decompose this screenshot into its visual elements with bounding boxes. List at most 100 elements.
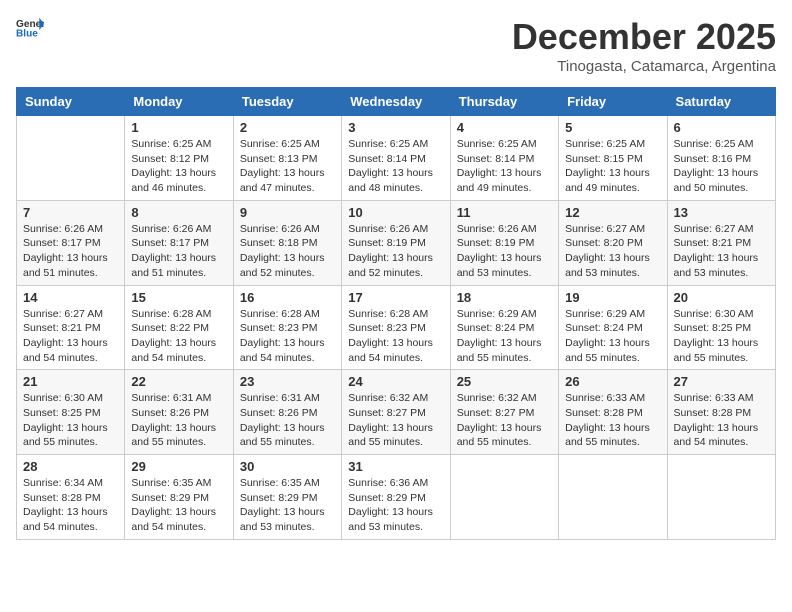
calendar-cell: 29 Sunrise: 6:35 AM Sunset: 8:29 PM Dayli… xyxy=(125,455,233,540)
generalblue-logo-icon: General Blue xyxy=(16,16,44,38)
day-info: Sunrise: 6:25 AM Sunset: 8:12 PM Dayligh… xyxy=(131,137,226,196)
calendar-cell xyxy=(559,455,667,540)
week-row-5: 28Sunrise: 6:34 AM Sunset: 8:28 PM Dayli… xyxy=(17,455,776,540)
day-info: Sunrise: 6:27 AM Sunset: 8:20 PM Dayligh… xyxy=(565,222,660,281)
calendar-cell: 4 Sunrise: 6:25 AM Sunset: 8:14 PM Daylig… xyxy=(450,116,558,201)
calendar-cell: 9 Sunrise: 6:26 AM Sunset: 8:18 PM Daylig… xyxy=(233,200,341,285)
day-info: Sunrise: 6:33 AM Sunset: 8:28 PM Dayligh… xyxy=(674,391,769,450)
calendar-cell: 24 Sunrise: 6:32 AM Sunset: 8:27 PM Dayli… xyxy=(342,370,450,455)
location-subtitle: Tinogasta, Catamarca, Argentina xyxy=(512,58,776,75)
day-info: Sunrise: 6:29 AM Sunset: 8:24 PM Dayligh… xyxy=(565,307,660,366)
day-number: 11 xyxy=(457,205,552,220)
calendar-cell xyxy=(450,455,558,540)
weekday-header-monday: Monday xyxy=(125,88,233,116)
day-number: 7 xyxy=(23,205,118,220)
day-info: Sunrise: 6:29 AM Sunset: 8:24 PM Dayligh… xyxy=(457,307,552,366)
calendar-cell: 22 Sunrise: 6:31 AM Sunset: 8:26 PM Dayli… xyxy=(125,370,233,455)
calendar-cell: 7Sunrise: 6:26 AM Sunset: 8:17 PM Daylig… xyxy=(17,200,125,285)
calendar-cell: 14 Sunrise: 6:27 AM Sunset: 8:21 PM Dayli… xyxy=(17,285,125,370)
day-info: Sunrise: 6:25 AM Sunset: 8:14 PM Dayligh… xyxy=(457,137,552,196)
day-number: 10 xyxy=(348,205,443,220)
day-info: Sunrise: 6:27 AM Sunset: 8:21 PM Dayligh… xyxy=(674,222,769,281)
day-number: 27 xyxy=(674,374,769,389)
day-info: Sunrise: 6:25 AM Sunset: 8:15 PM Dayligh… xyxy=(565,137,660,196)
calendar-cell: 27 Sunrise: 6:33 AM Sunset: 8:28 PM Dayli… xyxy=(667,370,775,455)
day-info: Sunrise: 6:28 AM Sunset: 8:23 PM Dayligh… xyxy=(348,307,443,366)
calendar-cell: 16 Sunrise: 6:28 AM Sunset: 8:23 PM Dayli… xyxy=(233,285,341,370)
calendar-cell: 26 Sunrise: 6:33 AM Sunset: 8:28 PM Dayli… xyxy=(559,370,667,455)
calendar-cell: 20 Sunrise: 6:30 AM Sunset: 8:25 PM Dayli… xyxy=(667,285,775,370)
day-number: 9 xyxy=(240,205,335,220)
calendar-cell: 15 Sunrise: 6:28 AM Sunset: 8:22 PM Dayli… xyxy=(125,285,233,370)
calendar-cell: 8 Sunrise: 6:26 AM Sunset: 8:17 PM Daylig… xyxy=(125,200,233,285)
day-info: Sunrise: 6:34 AM Sunset: 8:28 PM Dayligh… xyxy=(23,476,118,535)
day-number: 4 xyxy=(457,120,552,135)
day-number: 22 xyxy=(131,374,226,389)
day-info: Sunrise: 6:31 AM Sunset: 8:26 PM Dayligh… xyxy=(240,391,335,450)
calendar-cell: 11 Sunrise: 6:26 AM Sunset: 8:19 PM Dayli… xyxy=(450,200,558,285)
calendar-cell: 2Sunrise: 6:25 AM Sunset: 8:13 PM Daylig… xyxy=(233,116,341,201)
day-info: Sunrise: 6:28 AM Sunset: 8:22 PM Dayligh… xyxy=(131,307,226,366)
day-number: 19 xyxy=(565,290,660,305)
day-number: 25 xyxy=(457,374,552,389)
day-info: Sunrise: 6:25 AM Sunset: 8:16 PM Dayligh… xyxy=(674,137,769,196)
day-info: Sunrise: 6:26 AM Sunset: 8:19 PM Dayligh… xyxy=(348,222,443,281)
day-number: 5 xyxy=(565,120,660,135)
calendar-cell: 31Sunrise: 6:36 AM Sunset: 8:29 PM Dayli… xyxy=(342,455,450,540)
calendar-cell: 12 Sunrise: 6:27 AM Sunset: 8:20 PM Dayli… xyxy=(559,200,667,285)
day-number: 8 xyxy=(131,205,226,220)
day-info: Sunrise: 6:33 AM Sunset: 8:28 PM Dayligh… xyxy=(565,391,660,450)
weekday-header-tuesday: Tuesday xyxy=(233,88,341,116)
day-number: 31 xyxy=(348,459,443,474)
day-number: 23 xyxy=(240,374,335,389)
day-info: Sunrise: 6:28 AM Sunset: 8:23 PM Dayligh… xyxy=(240,307,335,366)
calendar-cell: 18 Sunrise: 6:29 AM Sunset: 8:24 PM Dayli… xyxy=(450,285,558,370)
calendar-cell: 6 Sunrise: 6:25 AM Sunset: 8:16 PM Daylig… xyxy=(667,116,775,201)
week-row-3: 14 Sunrise: 6:27 AM Sunset: 8:21 PM Dayli… xyxy=(17,285,776,370)
day-number: 20 xyxy=(674,290,769,305)
day-info: Sunrise: 6:30 AM Sunset: 8:25 PM Dayligh… xyxy=(674,307,769,366)
day-info: Sunrise: 6:25 AM Sunset: 8:14 PM Dayligh… xyxy=(348,137,443,196)
day-info: Sunrise: 6:26 AM Sunset: 8:18 PM Dayligh… xyxy=(240,222,335,281)
month-title: December 2025 xyxy=(512,16,776,58)
calendar-cell: 1 Sunrise: 6:25 AM Sunset: 8:12 PM Daylig… xyxy=(125,116,233,201)
svg-text:Blue: Blue xyxy=(16,28,38,38)
day-number: 13 xyxy=(674,205,769,220)
week-row-2: 7 Sunrise: 6:26 AM Sunset: 8:17 PM Daylig… xyxy=(17,200,776,285)
day-number: 26 xyxy=(565,374,660,389)
day-number: 24 xyxy=(348,374,443,389)
weekday-header-row: SundayMondayTuesdayWednesdayThursdayFrid… xyxy=(17,88,776,116)
calendar-cell: 5 Sunrise: 6:25 AM Sunset: 8:15 PM Daylig… xyxy=(559,116,667,201)
calendar-cell: 23 Sunrise: 6:31 AM Sunset: 8:26 PM Dayli… xyxy=(233,370,341,455)
day-number: 18 xyxy=(457,290,552,305)
day-info: Sunrise: 6:30 AM Sunset: 8:25 PM Dayligh… xyxy=(23,391,118,450)
day-number: 17 xyxy=(348,290,443,305)
calendar-cell: 13 Sunrise: 6:27 AM Sunset: 8:21 PM Dayli… xyxy=(667,200,775,285)
day-number: 16 xyxy=(240,290,335,305)
weekday-header-sunday: Sunday xyxy=(17,88,125,116)
week-row-4: 21 Sunrise: 6:30 AM Sunset: 8:25 PM Dayli… xyxy=(17,370,776,455)
weekday-header-friday: Friday xyxy=(559,88,667,116)
day-info: Sunrise: 6:32 AM Sunset: 8:27 PM Dayligh… xyxy=(348,391,443,450)
day-info: Sunrise: 6:35 AM Sunset: 8:29 PM Dayligh… xyxy=(240,476,335,535)
day-info: Sunrise: 6:26 AM Sunset: 8:17 PM Dayligh… xyxy=(131,222,226,281)
logo: General Blue xyxy=(16,16,44,38)
day-number: 6 xyxy=(674,120,769,135)
day-number: 12 xyxy=(565,205,660,220)
day-number: 21 xyxy=(23,374,118,389)
calendar-cell xyxy=(667,455,775,540)
day-info: Sunrise: 6:32 AM Sunset: 8:27 PM Dayligh… xyxy=(457,391,552,450)
day-number: 14 xyxy=(23,290,118,305)
day-info: Sunrise: 6:35 AM Sunset: 8:29 PM Dayligh… xyxy=(131,476,226,535)
day-info: Sunrise: 6:31 AM Sunset: 8:26 PM Dayligh… xyxy=(131,391,226,450)
day-number: 30 xyxy=(240,459,335,474)
day-number: 2 xyxy=(240,120,335,135)
title-area: December 2025 Tinogasta, Catamarca, Arge… xyxy=(512,16,776,75)
calendar-cell: 17 Sunrise: 6:28 AM Sunset: 8:23 PM Dayli… xyxy=(342,285,450,370)
day-number: 15 xyxy=(131,290,226,305)
day-info: Sunrise: 6:26 AM Sunset: 8:19 PM Dayligh… xyxy=(457,222,552,281)
day-info: Sunrise: 6:27 AM Sunset: 8:21 PM Dayligh… xyxy=(23,307,118,366)
day-number: 1 xyxy=(131,120,226,135)
calendar-cell: 30 Sunrise: 6:35 AM Sunset: 8:29 PM Dayli… xyxy=(233,455,341,540)
day-number: 29 xyxy=(131,459,226,474)
